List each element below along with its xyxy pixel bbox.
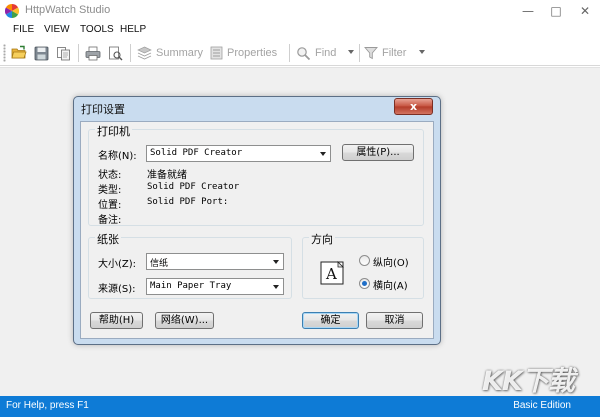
dialog-close-button[interactable]: x — [394, 98, 433, 115]
network-button[interactable]: 网络(W)... — [155, 312, 214, 329]
window-title: HttpWatch Studio — [25, 4, 111, 16]
summary-button[interactable]: Summary — [137, 44, 203, 62]
title-bar: HttpWatch Studio — □ ✕ — [0, 0, 600, 22]
printer-status-value: 准备就绪 — [147, 170, 187, 181]
printer-type-label: 类型: — [98, 185, 122, 196]
kk-download-watermark: KK下载 — [482, 366, 575, 397]
printer-location-label: 位置: — [98, 200, 122, 211]
properties-list-icon — [210, 46, 223, 60]
filter-dropdown-arrow-icon[interactable] — [419, 50, 425, 54]
open-button[interactable] — [11, 44, 27, 62]
printer-name-value: Solid PDF Creator — [150, 148, 243, 158]
cancel-button[interactable]: 取消 — [366, 312, 423, 329]
paper-group: 纸张 大小(Z): 信纸 来源(S): Main Paper Tray — [88, 231, 292, 299]
print-button[interactable] — [85, 44, 101, 62]
toolbar-separator — [359, 44, 360, 62]
printer-status-label: 状态: — [98, 170, 122, 181]
paper-group-legend: 纸张 — [95, 231, 121, 247]
copy-button[interactable] — [56, 44, 71, 62]
httpwatch-logo-icon — [5, 4, 19, 18]
filter-label: Filter — [382, 47, 407, 59]
summary-label: Summary — [156, 47, 204, 59]
magnifier-icon — [297, 46, 311, 60]
menu-help[interactable]: HELP — [120, 24, 146, 35]
landscape-radio[interactable] — [359, 278, 370, 289]
paper-source-value: Main Paper Tray — [150, 281, 232, 291]
printer-properties-button[interactable]: 属性(P)... — [342, 144, 414, 161]
toolbar: Summary Properties Find Filter — [0, 40, 600, 66]
print-preview-icon — [109, 46, 123, 60]
save-button[interactable] — [34, 44, 49, 62]
dialog-title: 打印设置 — [81, 103, 125, 116]
paper-size-label: 大小(Z): — [98, 259, 137, 270]
find-button[interactable]: Find — [296, 44, 336, 62]
ok-button[interactable]: 确定 — [302, 312, 359, 329]
find-label: Find — [315, 47, 337, 59]
paper-size-value: 信纸 — [150, 259, 169, 269]
printer-group-legend: 打印机 — [95, 123, 132, 139]
chevron-down-icon — [273, 260, 279, 264]
help-button[interactable]: 帮助(H) — [90, 312, 143, 329]
menu-file[interactable]: FILE — [13, 24, 34, 35]
status-bar: For Help, press F1 Basic Edition — [0, 396, 600, 417]
paper-source-label: 来源(S): — [98, 284, 136, 295]
printer-comment-label: 备注: — [98, 215, 122, 226]
open-folder-icon — [11, 45, 27, 59]
copy-pages-icon — [57, 46, 70, 60]
status-help-text: For Help, press F1 — [6, 400, 89, 411]
print-setup-dialog: 打印设置 x 打印机 名称(N): Solid PDF Creator 属性(P… — [73, 96, 441, 345]
portrait-radio[interactable] — [359, 255, 370, 266]
print-preview-button[interactable] — [108, 44, 123, 62]
printer-name-label: 名称(N): — [98, 151, 137, 162]
printer-location-value: Solid PDF Port: — [147, 197, 229, 207]
maximize-button[interactable]: □ — [543, 2, 569, 20]
menu-bar: FILE VIEW TOOLS HELP — [0, 22, 600, 40]
printer-icon — [85, 46, 101, 60]
toolbar-separator — [289, 44, 290, 62]
filter-button[interactable]: Filter — [364, 44, 406, 62]
toolbar-separator — [78, 44, 79, 62]
funnel-filter-icon — [364, 47, 378, 60]
orientation-icon-letter: A — [325, 265, 337, 283]
paper-source-select[interactable]: Main Paper Tray — [146, 278, 284, 295]
chevron-down-icon — [273, 285, 279, 289]
summary-stack-icon — [137, 46, 152, 60]
landscape-page-icon: A — [320, 261, 344, 285]
properties-label: Properties — [227, 47, 278, 59]
paper-size-select[interactable]: 信纸 — [146, 253, 284, 270]
printer-name-select[interactable]: Solid PDF Creator — [146, 145, 331, 162]
minimize-button[interactable]: — — [515, 2, 541, 20]
printer-group: 打印机 名称(N): Solid PDF Creator 属性(P)... 状态… — [88, 123, 424, 226]
menu-view[interactable]: VIEW — [44, 24, 70, 35]
landscape-label[interactable]: 横向(A) — [373, 277, 408, 292]
close-window-button[interactable]: ✕ — [572, 2, 598, 20]
orientation-group-legend: 方向 — [309, 231, 335, 247]
toolbar-separator — [130, 44, 131, 62]
properties-button[interactable]: Properties — [210, 44, 277, 62]
printer-type-value: Solid PDF Creator — [147, 182, 240, 192]
orientation-group: 方向 A 纵向(O) 横向(A) — [302, 231, 424, 299]
find-dropdown-arrow-icon[interactable] — [348, 50, 354, 54]
portrait-label[interactable]: 纵向(O) — [373, 254, 409, 269]
chevron-down-icon — [320, 152, 326, 156]
dialog-body: 打印机 名称(N): Solid PDF Creator 属性(P)... 状态… — [80, 121, 434, 339]
save-icon — [34, 46, 49, 60]
menu-tools[interactable]: TOOLS — [80, 24, 114, 35]
status-edition-text: Basic Edition — [513, 400, 571, 411]
toolbar-grip[interactable] — [3, 44, 6, 62]
